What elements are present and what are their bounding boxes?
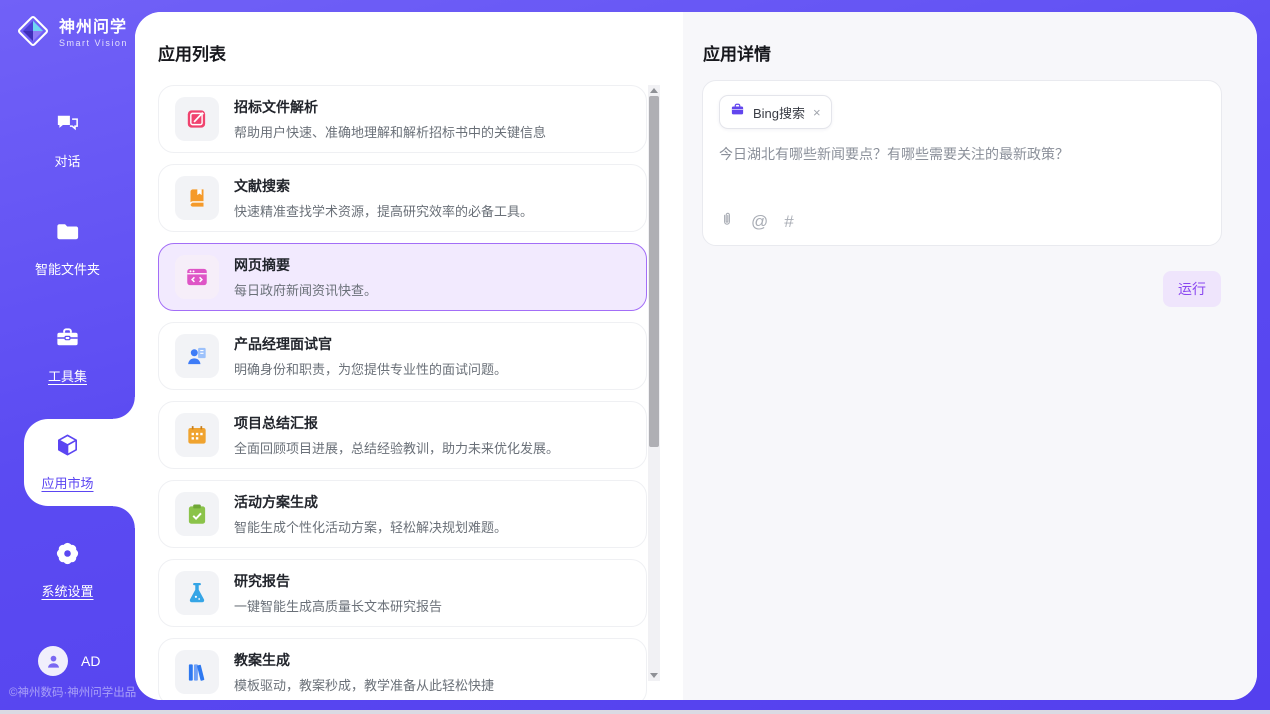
app-name: 教案生成 xyxy=(234,650,494,670)
scrollbar-thumb[interactable] xyxy=(649,96,659,447)
app-name: 活动方案生成 xyxy=(234,492,507,512)
folder-icon xyxy=(54,218,81,250)
app-desc: 帮助用户快速、准确地理解和解析招标书中的关键信息 xyxy=(234,122,546,141)
bubble-notch-bottom xyxy=(113,506,135,528)
calendar-icon xyxy=(175,413,219,457)
tool-tag-label: Bing搜索 xyxy=(753,103,805,122)
app-card-project-summary[interactable]: 项目总结汇报 全面回顾项目进展，总结经验教训，助力未来优化发展。 xyxy=(158,401,647,469)
copyright-text: ©神州数码·神州问学出品 xyxy=(9,684,139,700)
briefcase-icon xyxy=(730,102,745,122)
app-desc: 明确身份和职责，为您提供专业性的面试问题。 xyxy=(234,359,507,378)
query-input-card[interactable]: Bing搜索 × 今日湖北有哪些新闻要点？有哪些需要关注的最新政策？ @ # xyxy=(702,80,1222,246)
sidebar-item-label: 系统设置 xyxy=(41,581,93,600)
sidebar-item-label: 工具集 xyxy=(48,366,87,385)
app-desc: 模板驱动，教案秒成，教学准备从此轻松快捷 xyxy=(234,675,494,694)
flask-icon xyxy=(175,571,219,615)
mention-icon[interactable]: @ xyxy=(751,212,768,232)
avatar xyxy=(38,646,68,676)
gear-icon xyxy=(54,540,81,572)
sidebar-item-chat[interactable]: 对话 xyxy=(0,110,135,170)
app-name: 研究报告 xyxy=(234,571,442,591)
query-input[interactable]: 今日湖北有哪些新闻要点？有哪些需要关注的最新政策？ xyxy=(719,144,1205,165)
attachment-toolbar: @ # xyxy=(719,211,794,232)
books-icon xyxy=(175,650,219,694)
sidebar-item-smart-folder[interactable]: 智能文件夹 xyxy=(0,218,135,278)
book-icon xyxy=(175,176,219,220)
run-button[interactable]: 运行 xyxy=(1163,271,1221,307)
webpage-icon xyxy=(175,255,219,299)
interviewer-icon xyxy=(175,334,219,378)
app-card-webpage-summary[interactable]: 网页摘要 每日政府新闻资讯快查。 xyxy=(158,243,647,311)
cube-icon xyxy=(54,432,81,464)
app-card-activity-plan[interactable]: 活动方案生成 智能生成个性化活动方案，轻松解决规划难题。 xyxy=(158,480,647,548)
prism-logo-icon xyxy=(14,12,52,55)
hash-icon[interactable]: # xyxy=(784,212,793,232)
app-detail-panel: 应用详情 Bing搜索 × 今日湖北有哪些新闻要点？有哪些需要关注的最新政策？ xyxy=(683,12,1257,700)
sidebar-item-toolset[interactable]: 工具集 xyxy=(0,325,135,385)
user-initials: AD xyxy=(81,653,100,669)
sidebar: 神州问学 Smart Vision 对话 智能文件夹 xyxy=(0,0,135,710)
app-name: 产品经理面试官 xyxy=(234,334,507,354)
app-card-bid-parsing[interactable]: 招标文件解析 帮助用户快速、准确地理解和解析招标书中的关键信息 xyxy=(158,85,647,153)
app-list-title: 应用列表 xyxy=(158,40,226,65)
brand-name: 神州问学 xyxy=(59,19,128,37)
main-content: 应用列表 招标文件解析 帮助用户快速、准确地理解和解析招标书中的关键信息 xyxy=(135,12,1257,700)
app-name: 招标文件解析 xyxy=(234,97,546,117)
app-name: 网页摘要 xyxy=(234,255,377,275)
chat-icon xyxy=(54,110,81,142)
app-detail-title: 应用详情 xyxy=(703,40,771,65)
app-name: 文献搜索 xyxy=(234,176,533,196)
user-account[interactable]: AD xyxy=(38,646,100,676)
toolbox-icon xyxy=(54,325,81,357)
app-card-literature-search[interactable]: 文献搜索 快速精准查找学术资源，提高研究效率的必备工具。 xyxy=(158,164,647,232)
app-desc: 快速精准查找学术资源，提高研究效率的必备工具。 xyxy=(234,201,533,220)
app-list: 招标文件解析 帮助用户快速、准确地理解和解析招标书中的关键信息 文献搜索 xyxy=(158,85,647,700)
tool-tag-bing-search[interactable]: Bing搜索 × xyxy=(719,95,832,129)
brand-logo: 神州问学 Smart Vision xyxy=(14,12,128,55)
sidebar-item-label: 对话 xyxy=(54,151,80,170)
app-desc: 智能生成个性化活动方案，轻松解决规划难题。 xyxy=(234,517,507,536)
list-scrollbar[interactable] xyxy=(648,85,660,681)
app-desc: 全面回顾项目进展，总结经验教训，助力未来优化发展。 xyxy=(234,438,559,457)
app-desc: 每日政府新闻资讯快查。 xyxy=(234,280,377,299)
brand-tagline: Smart Vision xyxy=(59,38,128,48)
sidebar-item-settings[interactable]: 系统设置 xyxy=(0,540,135,600)
bid-edit-icon xyxy=(175,97,219,141)
app-list-panel: 应用列表 招标文件解析 帮助用户快速、准确地理解和解析招标书中的关键信息 xyxy=(135,12,683,700)
clipboard-check-icon xyxy=(175,492,219,536)
paperclip-icon[interactable] xyxy=(719,211,735,232)
sidebar-item-app-market[interactable]: 应用市场 xyxy=(0,432,135,492)
close-icon[interactable]: × xyxy=(813,106,821,119)
app-card-pm-interviewer[interactable]: 产品经理面试官 明确身份和职责，为您提供专业性的面试问题。 xyxy=(158,322,647,390)
scroll-up-arrow-icon[interactable] xyxy=(650,88,658,93)
app-name: 项目总结汇报 xyxy=(234,413,559,433)
app-card-lesson-plan[interactable]: 教案生成 模板驱动，教案秒成，教学准备从此轻松快捷 xyxy=(158,638,647,700)
app-card-research-report[interactable]: 研究报告 一键智能生成高质量长文本研究报告 xyxy=(158,559,647,627)
sidebar-item-label: 应用市场 xyxy=(41,473,93,492)
scroll-down-arrow-icon[interactable] xyxy=(650,673,658,678)
app-frame: 神州问学 Smart Vision 对话 智能文件夹 xyxy=(0,0,1270,710)
bubble-notch-top xyxy=(113,397,135,419)
app-desc: 一键智能生成高质量长文本研究报告 xyxy=(234,596,442,615)
sidebar-item-label: 智能文件夹 xyxy=(35,259,100,278)
